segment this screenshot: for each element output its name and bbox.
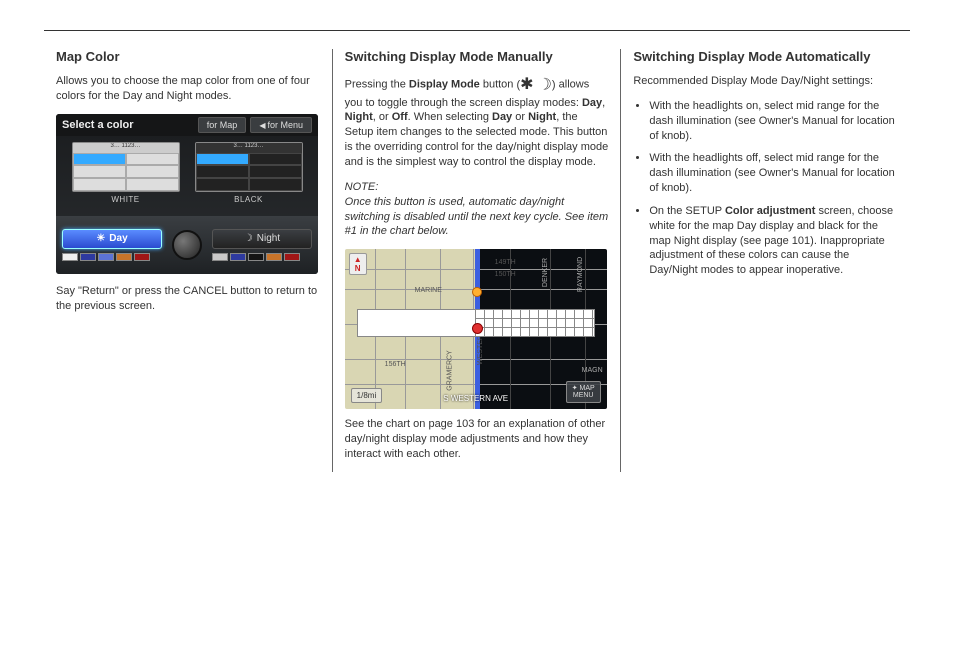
sun-icon: ☀	[96, 233, 105, 244]
column-1: Map Color Allows you to choose the map c…	[44, 49, 333, 472]
col1-para2: Say "Return" or press the CANCEL button …	[56, 284, 320, 314]
col1-para1: Allows you to choose the map color from …	[56, 74, 320, 104]
bullet-1: With the headlights on, select mid range…	[649, 99, 898, 144]
col3-intro: Recommended Display Mode Day/Night setti…	[633, 74, 898, 89]
map-label-raymond: RAYMOND	[577, 257, 584, 292]
heading-map-color: Map Color	[56, 49, 320, 64]
map-label-149th: 149TH	[495, 259, 516, 266]
current-street-label: S WESTERN AVE	[443, 394, 508, 403]
col2-note: NOTE: Once this button is used, automati…	[345, 180, 609, 239]
map-label-150th: 150TH	[495, 271, 516, 278]
moon-icon: ☽	[244, 233, 253, 244]
night-mode-button[interactable]: ☽Night	[212, 229, 312, 249]
scale-indicator[interactable]: 1/8mi	[351, 388, 383, 403]
grid-overlay	[475, 309, 595, 337]
column-3: Switching Display Mode Automatically Rec…	[621, 49, 910, 472]
map-label-denker: DENKER	[542, 258, 549, 287]
bullet-2: With the headlights off, select mid rang…	[649, 151, 898, 196]
heading-switch-auto: Switching Display Mode Automatically	[633, 49, 898, 64]
screenshot-select-color: Select a color for Map ◀for Menu 3… 1123…	[56, 114, 318, 274]
destination-marker	[472, 287, 482, 297]
select-color-title: Select a color	[62, 119, 134, 131]
triangle-left-icon: ◀	[259, 121, 265, 130]
day-mode-button[interactable]: ☀Day	[62, 229, 162, 249]
thumb-black[interactable]: 3… 1123… BLACK	[195, 142, 303, 204]
label-white: WHITE	[72, 195, 180, 204]
tab-for-menu[interactable]: ◀for Menu	[250, 117, 312, 133]
column-2: Switching Display Mode Manually Pressing…	[333, 49, 622, 472]
moon-icon: ☽	[538, 76, 552, 93]
bullet-3: On the SETUP Color adjustment screen, ch…	[649, 204, 898, 278]
day-swatches[interactable]	[62, 253, 162, 261]
tab-for-map[interactable]: for Map	[198, 117, 247, 133]
map-label-marine: MARINE	[415, 287, 442, 294]
sun-icon: ✱	[520, 76, 533, 93]
col2-para2: See the chart on page 103 for an explana…	[345, 417, 609, 462]
map-label-156th: 156TH	[385, 361, 406, 368]
thumb-white[interactable]: 3… 1123… WHITE	[72, 142, 180, 204]
map-label-magn: MAGN	[582, 367, 603, 374]
compass-icon[interactable]: ▲N	[349, 253, 367, 275]
map-menu-button[interactable]: ✦ MAPMENU	[566, 381, 601, 403]
screenshot-map-split: 149TH 150TH MARINE 156TH GRAMERCY WESTER…	[345, 249, 607, 409]
label-black: BLACK	[195, 195, 303, 204]
night-swatches[interactable]	[212, 253, 312, 261]
top-rule	[44, 30, 910, 31]
vehicle-marker	[472, 323, 483, 334]
heading-switch-manual: Switching Display Mode Manually	[345, 49, 609, 64]
col2-para1: Pressing the Display Mode button (✱☽) al…	[345, 74, 609, 170]
knob-control[interactable]	[172, 230, 202, 260]
map-label-gramercy: GRAMERCY	[446, 350, 453, 390]
